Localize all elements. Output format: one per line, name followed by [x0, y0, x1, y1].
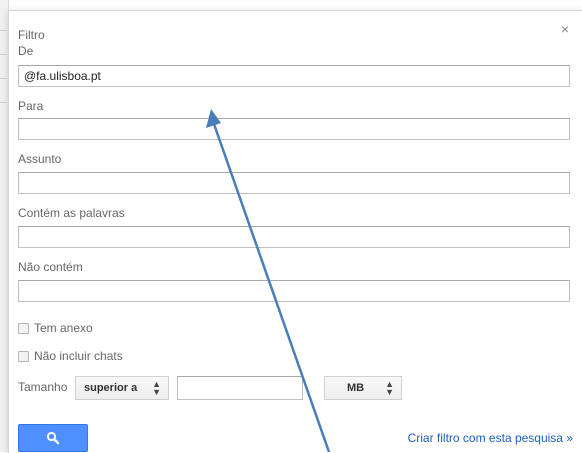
size-unit-select[interactable]: MB ▲ ▼: [324, 376, 402, 400]
from-field[interactable]: [18, 65, 570, 87]
has-attachment-checkbox[interactable]: [18, 322, 29, 334]
doesnt-have-label: Não contém: [18, 260, 83, 274]
to-label: Para: [18, 99, 44, 113]
search-button[interactable]: [18, 424, 88, 452]
has-attachment-row[interactable]: Tem anexo: [18, 321, 93, 335]
doesnt-have-field[interactable]: [18, 280, 570, 302]
select-arrows-icon: ▲ ▼: [152, 379, 161, 397]
create-filter-link[interactable]: Criar filtro com esta pesquisa »: [408, 431, 573, 445]
subject-label: Assunto: [18, 152, 62, 166]
close-icon[interactable]: ×: [561, 21, 569, 37]
has-words-label: Contém as palavras: [18, 206, 125, 220]
has-attachment-label: Tem anexo: [34, 321, 93, 335]
size-operator-value: superior a: [84, 382, 138, 394]
exclude-chats-checkbox[interactable]: [18, 350, 29, 362]
exclude-chats-row[interactable]: Não incluir chats: [18, 349, 123, 363]
select-arrows-icon: ▲ ▼: [385, 379, 394, 397]
subject-field[interactable]: [18, 172, 570, 194]
size-unit-value: MB: [347, 382, 365, 394]
dialog-title: Filtro: [18, 28, 45, 42]
size-value-input[interactable]: [177, 376, 303, 400]
has-words-field[interactable]: [18, 226, 570, 248]
to-field[interactable]: [18, 118, 570, 140]
exclude-chats-label: Não incluir chats: [34, 349, 123, 363]
size-operator-select[interactable]: superior a ▲ ▼: [75, 376, 169, 400]
size-label: Tamanho: [18, 380, 68, 394]
search-icon: [46, 431, 60, 445]
from-label: De: [18, 44, 34, 58]
filter-dialog: Filtro × De Para Assunto Contém as palav…: [8, 10, 582, 453]
